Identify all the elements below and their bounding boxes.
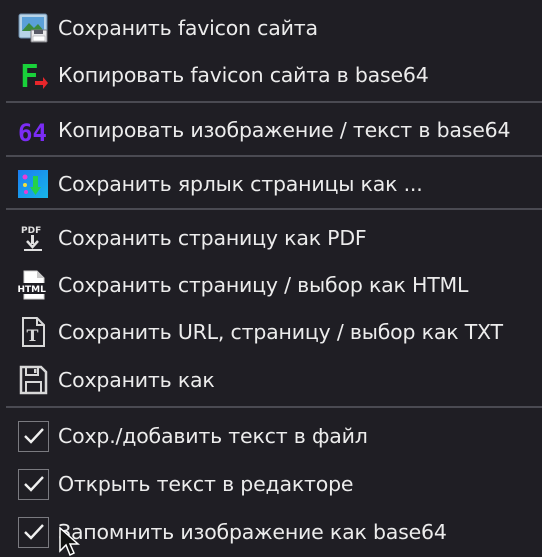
menu-item-label: Сохранить favicon сайта [58, 16, 318, 40]
html-text: HTML [18, 285, 47, 295]
menu-item-copy-base64[interactable]: 64 Копировать изображение / текст в base… [0, 108, 542, 152]
floppy-disk-icon [17, 364, 49, 396]
base64-icon: 64 [17, 114, 49, 146]
menu-separator [6, 101, 542, 103]
menu-item-label: Сохранить как [58, 368, 215, 392]
menu-item-label: Сохранить страницу как PDF [58, 226, 367, 250]
save-image-icon [17, 12, 49, 44]
menu-separator [6, 208, 542, 210]
menu-separator [6, 155, 542, 157]
menu-item-label: Копировать favicon сайта в base64 [58, 63, 429, 87]
checkmark-icon [23, 524, 44, 540]
favicon-letter: F [20, 59, 39, 91]
menu-item-label: Открыть текст в редакторе [58, 472, 354, 496]
menu-item-save-txt[interactable]: T Сохранить URL, страницу / выбор как TX… [0, 310, 542, 354]
html-icon: HTML [17, 269, 49, 301]
pdf-icon: PDF [17, 222, 49, 254]
context-menu: Сохранить favicon сайта F Копировать fav… [0, 0, 542, 557]
menu-separator [6, 406, 542, 408]
menu-item-label: Сохранить страницу / выбор как HTML [58, 273, 469, 297]
menu-item-save-pdf[interactable]: PDF Сохранить страницу как PDF [0, 216, 542, 260]
txt-icon: T [17, 316, 49, 348]
menu-item-label: Сохр./добавить текст в файл [58, 424, 368, 448]
menu-item-copy-favicon-base64[interactable]: F Копировать favicon сайта в base64 [0, 53, 542, 97]
menu-checkbox-open-editor[interactable]: Открыть текст в редакторе [0, 462, 542, 506]
menu-item-save-html[interactable]: HTML Сохранить страницу / выбор как HTML [0, 263, 542, 307]
base64-text: 64 [18, 119, 47, 146]
menu-item-label: Запомнить изображение как base64 [58, 520, 447, 544]
menu-checkbox-append-text[interactable]: Сохр./добавить текст в файл [0, 414, 542, 458]
menu-item-label: Сохранить ярлык страницы как ... [58, 172, 423, 196]
menu-item-save-shortcut[interactable]: Сохранить ярлык страницы как ... [0, 162, 542, 206]
shortcut-icon [17, 168, 49, 200]
menu-item-label: Копировать изображение / текст в base64 [58, 118, 511, 142]
menu-item-label: Сохранить URL, страницу / выбор как TXT [58, 320, 503, 344]
favicon-letter-icon: F [17, 59, 49, 91]
menu-item-save-as[interactable]: Сохранить как [0, 358, 542, 402]
checkbox[interactable] [18, 516, 49, 548]
txt-text: T [27, 326, 39, 345]
checkmark-icon [23, 476, 44, 492]
checkbox[interactable] [18, 468, 49, 500]
checkbox[interactable] [18, 420, 49, 452]
pdf-text: PDF [21, 226, 41, 236]
menu-item-save-favicon[interactable]: Сохранить favicon сайта [0, 6, 542, 50]
mouse-cursor-icon [59, 527, 80, 557]
checkmark-icon [23, 428, 44, 444]
